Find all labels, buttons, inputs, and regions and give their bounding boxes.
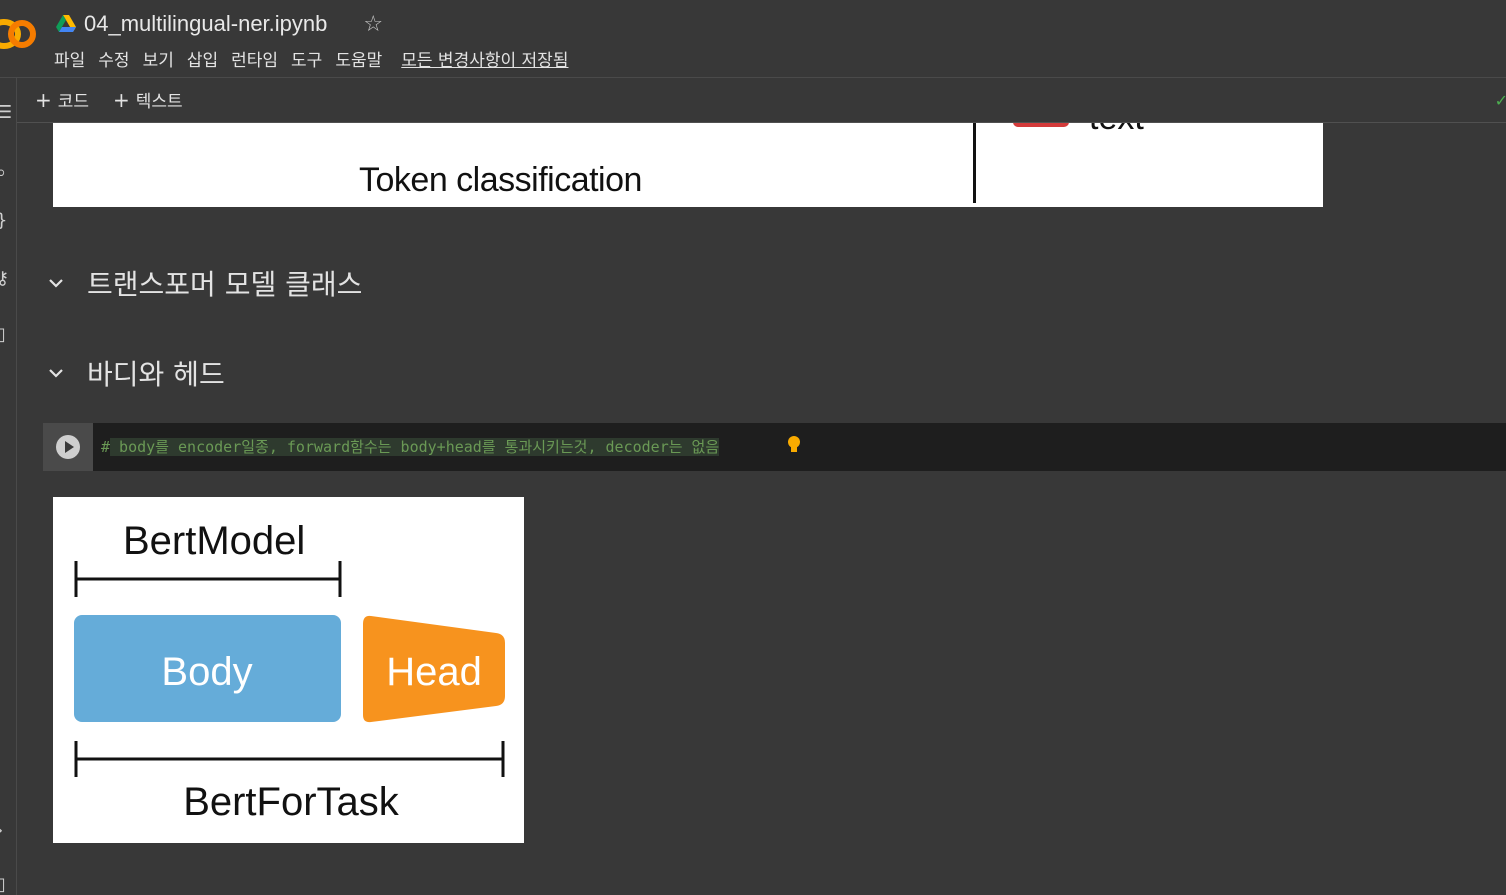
save-status-link[interactable]: 모든 변경사항이 저장됨 — [401, 46, 568, 71]
head-label: Head — [386, 650, 482, 694]
toolbar: + 코드 + 텍스트 ✓ — [17, 79, 1506, 123]
star-icon[interactable]: ☆ — [363, 12, 383, 37]
plus-icon: + — [113, 88, 130, 112]
check-icon: ✓ — [1494, 91, 1506, 110]
section-body-and-head[interactable]: 바디와 헤드 — [47, 353, 225, 393]
add-text-button[interactable]: + 텍스트 — [113, 87, 183, 112]
chevron-down-icon[interactable] — [47, 364, 65, 382]
chevron-down-icon[interactable] — [47, 274, 65, 292]
section-transformer-model-classes[interactable]: 트랜스포머 모델 클래스 — [47, 263, 362, 303]
section-title: 바디와 헤드 — [87, 358, 225, 391]
partial-text-label: text — [1089, 123, 1144, 138]
menu-bar: 파일 수정 보기 삽입 런타임 도구 도움말 모든 변경사항이 저장됨 — [54, 46, 568, 71]
run-cell-button[interactable] — [56, 435, 80, 459]
files-icon[interactable]: ▯ — [0, 326, 6, 344]
menu-edit[interactable]: 수정 — [98, 46, 129, 71]
section-title: 트랜스포머 모델 클래스 — [87, 268, 363, 301]
add-code-button[interactable]: + 코드 — [35, 87, 89, 112]
menu-insert[interactable]: 삽입 — [187, 46, 218, 71]
code-cell[interactable]: # body를 encoder일종, forward함수는 body+head를… — [43, 423, 1506, 471]
bert-for-task-label: BertForTask — [183, 780, 400, 824]
left-sidebar: ☰ ⌕ } ⚷ ▯ › ▯ — [0, 78, 17, 895]
menu-file[interactable]: 파일 — [54, 46, 85, 71]
colab-logo-icon[interactable] — [0, 13, 38, 55]
lightbulb-icon[interactable] — [787, 435, 801, 455]
plus-icon: + — [35, 88, 52, 112]
header: 04_multilingual-ner.ipynb ☆ 파일 수정 보기 삽입 … — [0, 0, 1506, 78]
token-classification-image: text Token classification — [53, 123, 1323, 207]
diagram-svg: BertModel Body Head BertForTask — [74, 519, 505, 824]
notebook-content: text Token classification 트랜스포머 모델 클래스 바… — [17, 123, 1506, 895]
menu-runtime[interactable]: 런타임 — [231, 46, 278, 71]
run-gutter — [43, 423, 93, 471]
menu-tools[interactable]: 도구 — [291, 46, 322, 71]
bert-model-label: BertModel — [123, 519, 305, 563]
body-head-diagram: BertModel Body Head BertForTask — [53, 497, 524, 843]
menu-view[interactable]: 보기 — [143, 46, 174, 71]
code-comment[interactable]: # body를 encoder일종, forward함수는 body+head를… — [101, 436, 720, 457]
body-label: Body — [161, 650, 252, 694]
title-row: 04_multilingual-ner.ipynb ☆ — [56, 10, 383, 38]
google-drive-icon — [56, 15, 76, 32]
table-of-contents-icon[interactable]: ☰ — [0, 104, 12, 122]
red-bar-shape — [1013, 123, 1069, 127]
terminal-icon[interactable]: › — [0, 822, 3, 840]
image-divider — [973, 123, 976, 203]
notebook-title[interactable]: 04_multilingual-ner.ipynb — [84, 11, 327, 37]
code-snippets-icon[interactable]: } — [0, 212, 7, 230]
token-classification-label: Token classification — [359, 161, 642, 199]
command-palette-icon[interactable]: ▯ — [0, 876, 6, 894]
variables-icon[interactable]: ⚷ — [0, 270, 9, 288]
menu-help[interactable]: 도움말 — [335, 46, 382, 71]
search-icon[interactable]: ⌕ — [0, 164, 6, 182]
